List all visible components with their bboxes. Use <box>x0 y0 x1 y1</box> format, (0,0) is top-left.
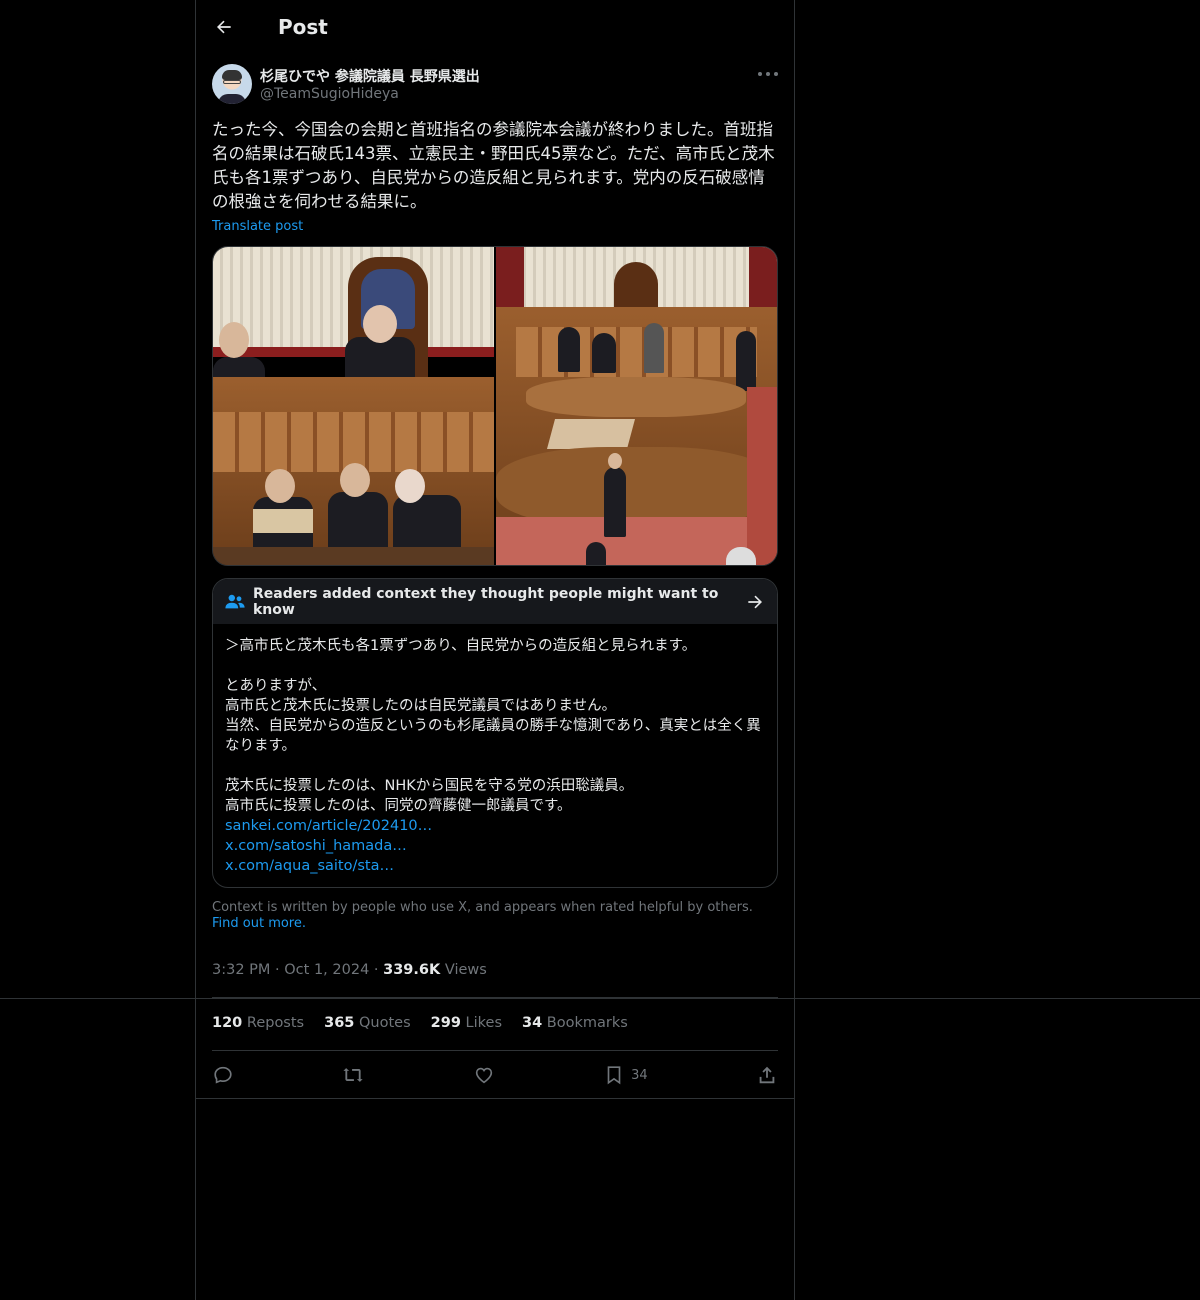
post-date[interactable]: Oct 1, 2024 <box>284 962 369 978</box>
note-line <box>225 756 765 776</box>
divider-line <box>212 1050 778 1051</box>
context-footer: Context is written by people who use X, … <box>212 900 778 932</box>
reposts-stat[interactable]: 120 Reposts <box>212 1015 304 1031</box>
bookmark-button[interactable]: 34 <box>603 1064 648 1086</box>
note-source-link[interactable]: x.com/aqua_saito/sta… <box>225 856 765 876</box>
community-note[interactable]: Readers added context they thought peopl… <box>212 578 778 888</box>
post-actions: 34 <box>212 1060 778 1090</box>
post-media[interactable] <box>212 246 778 566</box>
bookmark-icon <box>607 1066 621 1085</box>
people-icon <box>225 594 245 608</box>
views-count: 339.6K <box>383 962 441 978</box>
find-out-more-link[interactable]: Find out more. <box>212 916 306 931</box>
avatar[interactable] <box>212 64 252 104</box>
page-header: Post <box>196 0 794 54</box>
note-source-link[interactable]: x.com/satoshi_hamada… <box>225 836 765 856</box>
note-line: 当然、自民党からの造反というのも杉尾議員の勝手な憶測であり、真実とは全く異なりま… <box>225 718 761 754</box>
context-footer-text: Context is written by people who use X, … <box>212 900 753 915</box>
post-text: たった今、今国会の会期と首班指名の参議院本会議が終わりました。首班指名の結果は石… <box>212 120 775 211</box>
views-label: Views <box>444 962 487 978</box>
note-line: 高市氏と茂木氏に投票したのは自民党議員ではありません。 <box>225 698 617 714</box>
note-line: 高市氏に投票したのは、同党の齊藤健一郎議員です。 <box>225 798 572 814</box>
translate-post-link[interactable]: Translate post <box>212 219 303 234</box>
media-photo-left[interactable] <box>213 247 494 565</box>
author-name[interactable]: 杉尾ひでや 参議院議員 長野県選出 <box>260 66 480 86</box>
community-note-body: ＞高市氏と茂木氏も各1票ずつあり、自民党からの造反組と見られます。 とありますが… <box>213 624 777 887</box>
post-meta: 3:32 PM · Oct 1, 2024 · 339.6K Views <box>212 962 487 978</box>
arrow-left-icon <box>217 20 231 34</box>
bookmarks-stat[interactable]: 34 Bookmarks <box>522 1015 628 1031</box>
page-title: Post <box>278 15 328 39</box>
community-note-title: Readers added context they thought peopl… <box>253 585 719 618</box>
arrow-right-icon[interactable] <box>745 592 765 612</box>
bookmark-count: 34 <box>631 1067 648 1083</box>
likes-stat[interactable]: 299 Likes <box>431 1015 502 1031</box>
media-photo-right[interactable] <box>496 247 777 565</box>
note-source-link[interactable]: sankei.com/article/202410… <box>225 816 765 836</box>
post-author: 杉尾ひでや 参議院議員 長野県選出 @TeamSugioHideya <box>212 64 778 108</box>
note-line: とありますが、 <box>225 678 327 694</box>
post-time[interactable]: 3:32 PM <box>212 962 270 978</box>
back-button[interactable] <box>206 9 242 45</box>
share-icon <box>759 1066 775 1084</box>
quotes-stat[interactable]: 365 Quotes <box>324 1015 411 1031</box>
note-line: ＞高市氏と茂木氏も各1票ずつあり、自民党からの造反組と見られます。 <box>225 638 697 654</box>
author-handle[interactable]: @TeamSugioHideya <box>260 86 399 102</box>
share-button[interactable] <box>756 1064 778 1086</box>
divider-line <box>212 997 778 998</box>
post-stats: 120 Reposts 365 Quotes 299 Likes 34 Book… <box>212 1015 628 1031</box>
reply-icon <box>214 1066 232 1084</box>
note-line: 茂木氏に投票したのは、NHKから国民を守る党の浜田聡議員。 <box>225 778 634 794</box>
divider-line <box>196 1098 794 1099</box>
heart-icon <box>475 1067 492 1084</box>
community-note-header[interactable]: Readers added context they thought peopl… <box>213 579 777 624</box>
more-options-icon[interactable] <box>758 68 778 80</box>
reply-button[interactable] <box>212 1064 234 1086</box>
repost-icon <box>343 1068 363 1082</box>
repost-button[interactable] <box>342 1064 364 1086</box>
note-line <box>225 656 765 676</box>
like-button[interactable] <box>473 1064 495 1086</box>
main-column: Post 杉尾ひでや 参議院議員 長野県選出 @TeamSugioHideya … <box>195 0 795 1300</box>
